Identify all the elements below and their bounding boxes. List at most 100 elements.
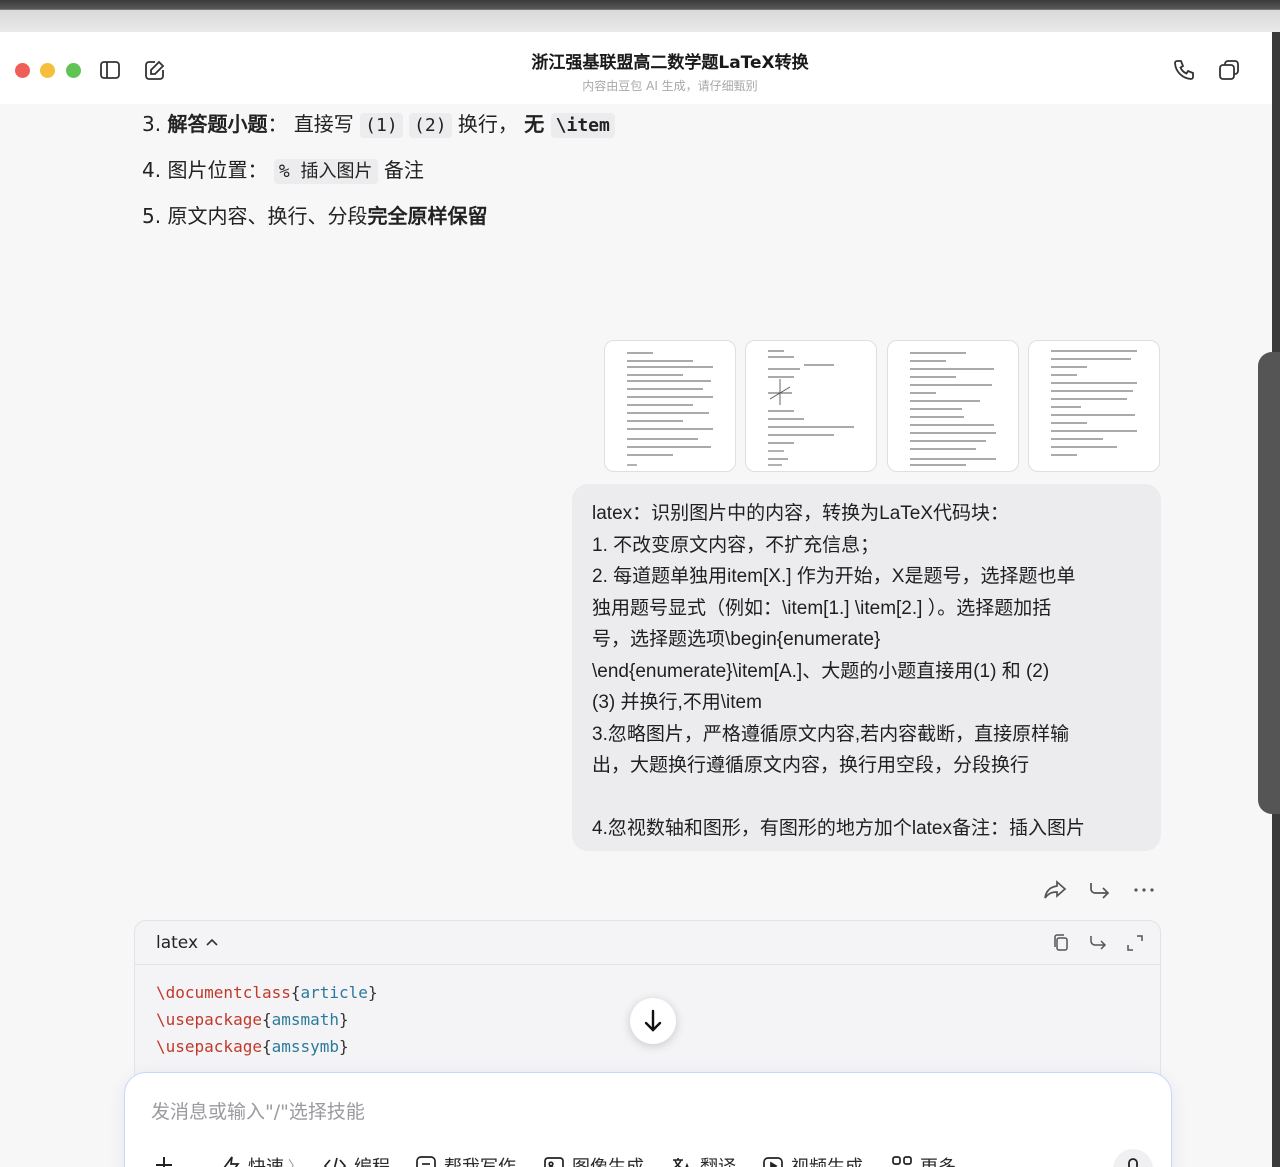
list-colon: ：	[267, 112, 288, 136]
uploaded-image-thumbnail[interactable]	[1028, 340, 1160, 472]
message-composer[interactable]: 发消息或输入"/"选择技能 快速 〉 编程 帮我写作	[124, 1072, 1172, 1167]
user-message-line	[592, 782, 1141, 814]
user-message-line: 号，选择题选项\begin{enumerate}	[592, 629, 881, 650]
copy-icon[interactable]	[1051, 933, 1071, 953]
code-line: \usepackage{amssymb}	[156, 1037, 349, 1056]
document-page-icon	[910, 352, 996, 466]
arrow-down-icon	[644, 1009, 662, 1032]
forward-icon[interactable]	[1087, 879, 1113, 901]
chevron-right-icon: 〉	[288, 1159, 302, 1167]
list-number: 5.	[142, 204, 162, 228]
phone-call-icon[interactable]	[1172, 58, 1196, 82]
image-gen-tool-button[interactable]: 图像生成	[543, 1153, 644, 1167]
sidebar-toggle-icon[interactable]	[98, 58, 122, 82]
list-item-5: 5. 原文内容、换行、分段完全原样保留	[142, 200, 487, 229]
user-message-bubble: latex：识别图片中的内容，转换为LaTeX代码块： 1. 不改变原文内容，不…	[572, 484, 1161, 851]
voice-input-button[interactable]	[1113, 1149, 1153, 1167]
close-window-button[interactable]	[15, 63, 30, 78]
side-panel-handle[interactable]	[1258, 352, 1280, 814]
tool-label: 图像生成	[572, 1153, 644, 1167]
code-content[interactable]: \documentclass{article} \usepackage{amsm…	[156, 979, 378, 1060]
share-icon[interactable]	[1042, 879, 1068, 901]
code-command: \usepackage	[156, 1010, 262, 1029]
list-bold: 无	[524, 112, 545, 136]
code-argument: amsmath	[271, 1010, 340, 1029]
video-gen-tool-button[interactable]: 视频生成	[762, 1153, 863, 1167]
minimize-window-button[interactable]	[40, 63, 55, 78]
maximize-window-button[interactable]	[66, 63, 81, 78]
ai-disclaimer: 内容由豆包 AI 生成，请仔细甄别	[582, 79, 758, 93]
code-tool-button[interactable]: 编程	[323, 1153, 390, 1167]
composer-placeholder[interactable]: 发消息或输入"/"选择技能	[151, 1097, 365, 1124]
code-line: \documentclass{article}	[156, 983, 378, 1002]
title-bar: 浙江强基联盟高二数学题LaTeX转换 内容由豆包 AI 生成，请仔细甄别	[0, 32, 1272, 104]
lightning-icon	[223, 1156, 240, 1167]
scroll-to-bottom-button[interactable]	[630, 998, 676, 1044]
user-message-line: 2. 每道题单独用item[X.] 作为开始，X是题号，选择题也单	[592, 566, 1076, 587]
list-number: 3.	[142, 112, 162, 136]
inline-code: \item	[550, 113, 615, 138]
grid-icon	[892, 1156, 912, 1165]
write-icon	[416, 1156, 436, 1167]
list-text: 图片位置：	[167, 158, 268, 182]
video-icon	[763, 1157, 783, 1167]
translate-icon	[673, 1158, 689, 1167]
tool-label: 编程	[354, 1153, 390, 1167]
composer-toolbar: 快速 〉 编程 帮我写作 图像生成 翻译	[125, 1149, 1173, 1167]
list-label: 解答题小题	[167, 112, 268, 136]
more-options-icon[interactable]	[1131, 879, 1157, 901]
tool-label: 快速	[248, 1153, 284, 1167]
desktop-top-strip	[0, 0, 1280, 32]
app-window: 浙江强基联盟高二数学题LaTeX转换 内容由豆包 AI 生成，请仔细甄别 3. …	[0, 32, 1272, 1167]
write-tool-button[interactable]: 帮我写作	[415, 1153, 516, 1167]
plus-icon[interactable]	[152, 1153, 176, 1167]
expand-icon[interactable]	[1125, 933, 1145, 953]
user-message-line: 3.忽略图片，严格遵循原文内容,若内容截断，直接原样输	[592, 723, 1070, 745]
window-switch-icon[interactable]	[1217, 58, 1241, 82]
list-text: 备注	[383, 158, 424, 182]
user-message-line: 独用题号显式（例如：\item[1.] \item[2.] ）。选择题加括	[592, 597, 1052, 619]
list-text: 原文内容、换行、分段	[167, 204, 368, 228]
document-page-icon	[1051, 350, 1137, 456]
user-message-line: 4.忽视数轴和图形，有图形的地方加个latex备注：插入图片	[592, 818, 1085, 839]
inline-code: (1)	[360, 113, 403, 138]
list-bold: 完全原样保留	[367, 204, 488, 228]
list-number: 4.	[142, 158, 162, 182]
user-message-line: \end{enumerate}\item[A.]、大题的小题直接用(1) 和 (…	[592, 660, 1050, 682]
user-message-line: (3) 并换行,不用\item	[592, 692, 762, 713]
translate-tool-button[interactable]: 翻译	[671, 1153, 736, 1167]
code-line: \usepackage{amsmath}	[156, 1010, 349, 1029]
code-forward-icon[interactable]	[1088, 933, 1108, 953]
list-text: 换行，	[457, 112, 518, 136]
tool-label: 帮我写作	[444, 1153, 516, 1167]
chevron-up-icon[interactable]	[205, 937, 219, 947]
inline-code: (2)	[409, 113, 452, 138]
list-item-3: 3. 解答题小题： 直接写 (1) (2) 换行， 无 \item	[142, 108, 615, 138]
code-argument: amssymb	[271, 1037, 340, 1056]
document-page-icon	[627, 352, 713, 466]
chat-title: 浙江强基联盟高二数学题LaTeX转换	[531, 53, 809, 73]
tool-label: 更多	[920, 1153, 956, 1167]
code-block-header: latex	[135, 921, 1160, 965]
uploaded-image-thumbnail[interactable]	[745, 340, 877, 472]
user-message-line: 出，大题换行遵循原文内容，换行用空段，分段换行	[592, 755, 1030, 776]
tool-label: 视频生成	[791, 1153, 863, 1167]
tool-label: 翻译	[700, 1153, 736, 1167]
chat-title-area: 浙江强基联盟高二数学题LaTeX转换 内容由豆包 AI 生成，请仔细甄别	[420, 48, 920, 94]
code-language-label[interactable]: latex	[156, 933, 198, 953]
document-page-icon	[768, 350, 854, 466]
code-command: \usepackage	[156, 1037, 262, 1056]
more-tools-button[interactable]: 更多	[891, 1153, 956, 1167]
user-message-line: latex：识别图片中的内容，转换为LaTeX代码块：	[592, 503, 1010, 524]
uploaded-image-thumbnail[interactable]	[604, 340, 736, 472]
code-icon	[323, 1157, 347, 1167]
list-text: 直接写	[293, 112, 354, 136]
new-chat-icon[interactable]	[143, 58, 167, 82]
microphone-icon	[1128, 1158, 1138, 1167]
code-command: \documentclass	[156, 983, 291, 1002]
quick-mode-button[interactable]: 快速 〉	[221, 1153, 302, 1167]
chat-scroll-area[interactable]: 3. 解答题小题： 直接写 (1) (2) 换行， 无 \item 4. 图片位…	[0, 104, 1272, 1167]
image-icon	[544, 1157, 564, 1167]
code-argument: article	[300, 983, 368, 1002]
uploaded-image-thumbnail[interactable]	[887, 340, 1019, 472]
